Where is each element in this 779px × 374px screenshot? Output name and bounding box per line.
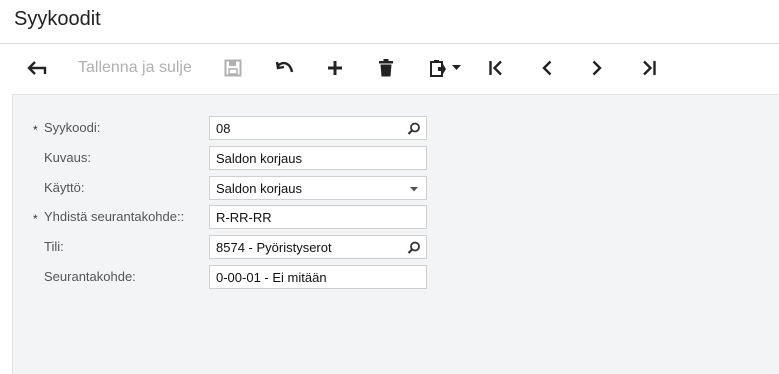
form-panel: * Syykoodi: 08 Kuvaus: Saldon korjaus Kä… <box>12 94 779 374</box>
usage-value: Saldon korjaus <box>216 181 302 196</box>
required-marker: * <box>33 123 38 137</box>
first-record-icon <box>488 60 504 76</box>
undo-button[interactable] <box>274 56 296 80</box>
add-icon <box>327 60 343 76</box>
previous-record-button[interactable] <box>537 56 557 80</box>
form-row-subaccount: Seurantakohde: 0-00-01 - Ei mitään <box>13 265 779 291</box>
toolbar: Tallenna ja sulje <box>0 44 779 94</box>
last-record-icon <box>641 60 657 76</box>
combine-subaccount-field[interactable]: R-RR-RR <box>209 205 427 229</box>
clipboard-menu-button[interactable] <box>426 56 464 80</box>
search-icon[interactable] <box>407 122 421 136</box>
description-field[interactable]: Saldon korjaus <box>209 146 427 170</box>
back-arrow-icon <box>27 60 47 76</box>
form-row-reason-code: * Syykoodi: 08 <box>13 116 779 142</box>
back-button[interactable] <box>26 56 48 80</box>
first-record-button[interactable] <box>486 56 506 80</box>
form-row-description: Kuvaus: Saldon korjaus <box>13 146 779 172</box>
copy-paste-icon <box>429 59 447 77</box>
reason-code-label: Syykoodi: <box>44 120 101 135</box>
form-row-account: Tili: 8574 - Pyöristyserot <box>13 235 779 261</box>
subaccount-field[interactable]: 0-00-01 - Ei mitään <box>209 265 427 289</box>
subaccount-value: 0-00-01 - Ei mitään <box>216 270 327 285</box>
save-icon <box>224 59 242 77</box>
previous-record-icon <box>541 60 553 76</box>
page-title: Syykoodit <box>14 8 101 30</box>
form-row-usage: Käyttö: Saldon korjaus <box>13 176 779 202</box>
page-header: Syykoodit <box>0 0 779 44</box>
save-and-close-label: Tallenna ja sulje <box>78 59 192 76</box>
next-record-button[interactable] <box>587 56 607 80</box>
delete-icon <box>379 59 393 77</box>
description-value: Saldon korjaus <box>216 151 302 166</box>
combine-subaccount-label: Yhdistä seurantakohde:: <box>44 209 185 224</box>
description-label: Kuvaus: <box>44 150 91 165</box>
search-icon[interactable] <box>407 241 421 255</box>
reason-code-selector[interactable]: 08 <box>209 116 427 140</box>
delete-button[interactable] <box>376 56 396 80</box>
usage-dropdown[interactable]: Saldon korjaus <box>209 176 427 200</box>
add-button[interactable] <box>325 56 345 80</box>
account-value: 8574 - Pyöristyserot <box>216 240 332 255</box>
subaccount-label: Seurantakohde: <box>44 269 136 284</box>
chevron-down-icon <box>452 65 461 71</box>
usage-label: Käyttö: <box>44 180 85 195</box>
combine-subaccount-value: R-RR-RR <box>216 210 272 225</box>
reason-code-value: 08 <box>216 121 231 136</box>
save-button[interactable] <box>222 56 244 80</box>
next-record-icon <box>591 60 603 76</box>
save-and-close-button[interactable]: Tallenna ja sulje <box>78 56 192 80</box>
dropdown-arrow-icon[interactable] <box>407 182 421 196</box>
required-marker: * <box>33 212 38 226</box>
form-row-combine-subaccount: * Yhdistä seurantakohde:: R-RR-RR <box>13 205 779 231</box>
account-selector[interactable]: 8574 - Pyöristyserot <box>209 235 427 259</box>
last-record-button[interactable] <box>638 56 660 80</box>
account-label: Tili: <box>44 239 64 254</box>
undo-icon <box>275 60 295 76</box>
